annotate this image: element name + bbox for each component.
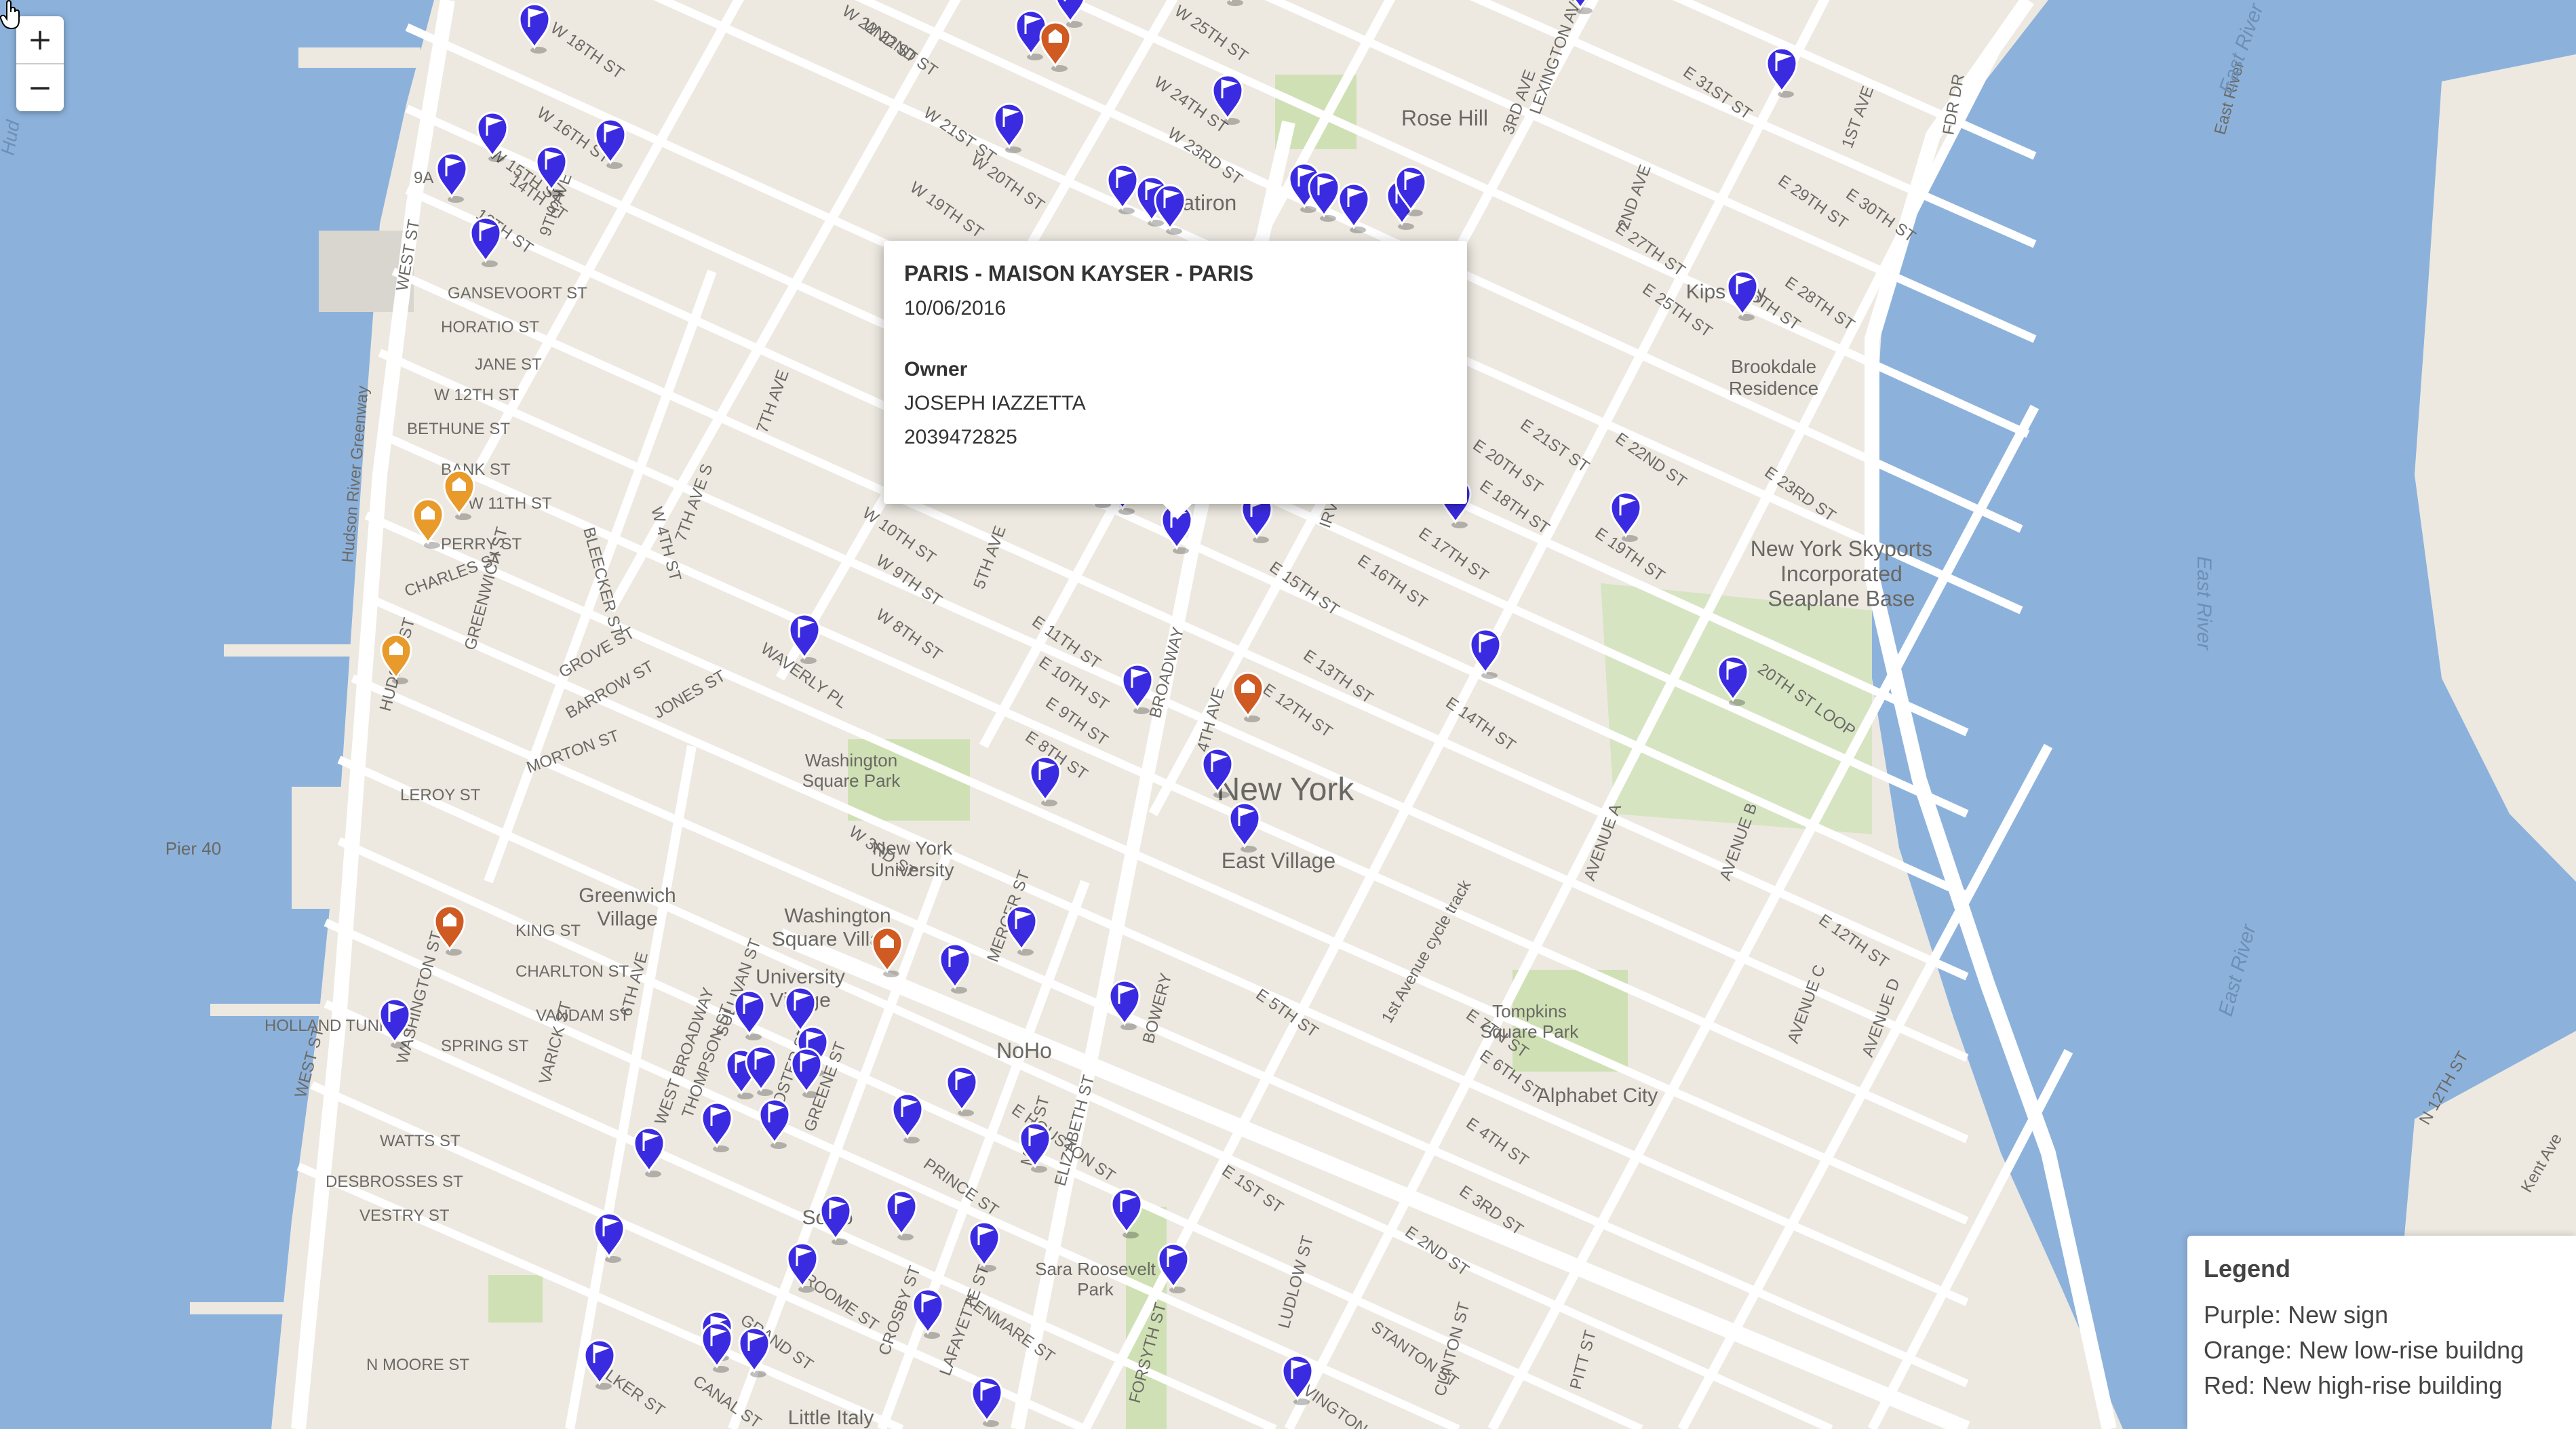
new-sign-marker[interactable] <box>968 1221 1000 1272</box>
street-label: 9A <box>414 169 433 187</box>
zoom-in-button[interactable]: + <box>16 16 64 64</box>
new-sign-marker[interactable] <box>758 1098 791 1149</box>
popup-owner-label: Owner <box>904 358 968 380</box>
street-label: CHARLTON ST <box>515 962 629 981</box>
street-label: E 4TH ST <box>1463 1114 1532 1171</box>
low-rise-marker[interactable] <box>443 469 475 520</box>
place-label: NoHo <box>996 1038 1052 1063</box>
popup-owner-name: JOSEPH IAZZETTA <box>904 392 1086 414</box>
popup-title: PARIS - MAISON KAYSER - PARIS <box>904 261 1254 286</box>
hand-cursor-icon <box>0 0 20 30</box>
popup-owner-phone: 2039472825 <box>904 426 1017 448</box>
place-label: New York <box>1217 772 1355 808</box>
street-label: 1ST AVE <box>1838 83 1877 151</box>
street-label: JONES ST <box>651 667 729 722</box>
zoom-control: + − <box>16 16 64 111</box>
street-label: KING ST <box>515 922 581 940</box>
new-sign-marker[interactable] <box>885 1190 918 1240</box>
new-sign-marker[interactable] <box>1228 802 1261 853</box>
new-sign-marker[interactable] <box>971 1376 1003 1427</box>
marker-popup: PARIS - MAISON KAYSER - PARIS 10/06/2016… <box>884 241 1467 504</box>
street-label: PITT ST <box>1567 1328 1600 1391</box>
street-label: JANE ST <box>475 355 542 374</box>
street-label: W 11TH ST <box>468 494 552 513</box>
street-label: E 2ND ST <box>1402 1223 1472 1280</box>
new-sign-marker[interactable] <box>945 1065 978 1116</box>
legend-item-purple: Purple: New sign <box>2204 1301 2389 1329</box>
place-label: Brookdale Residence <box>1729 356 1818 399</box>
new-sign-marker[interactable] <box>891 1093 924 1143</box>
street-label: E 17TH ST <box>1416 524 1492 585</box>
street-label: VANDAM ST <box>536 1006 630 1025</box>
street-label: BETHUNE ST <box>407 420 510 438</box>
legend: Legend Purple: New sign Orange: New low-… <box>2187 1236 2576 1429</box>
street-label: E 29TH ST <box>1775 172 1852 233</box>
new-sign-marker[interactable] <box>1005 905 1038 956</box>
high-rise-marker[interactable] <box>1232 671 1264 722</box>
pier-40 <box>292 787 380 909</box>
street-label: PERRY ST <box>441 535 522 553</box>
place-label: New York University <box>871 838 954 880</box>
new-sign-marker[interactable] <box>469 216 502 267</box>
place-label: Pier 40 <box>165 838 221 859</box>
street-label: 7TH AVE <box>753 368 793 435</box>
place-label: Tompkins Square Park <box>1481 1001 1580 1042</box>
new-sign-marker[interactable] <box>633 1127 665 1177</box>
street-label: VESTRY ST <box>359 1207 450 1225</box>
legend-item-orange: Orange: New low-rise buildng <box>2204 1336 2524 1364</box>
street-label: LEXINGTON AVE <box>1526 0 1587 117</box>
high-rise-marker[interactable] <box>1039 21 1072 72</box>
new-sign-marker[interactable] <box>1765 47 1798 98</box>
street-label: E 21ST ST <box>1517 416 1593 476</box>
legend-item-red: Red: New high-rise building <box>2204 1371 2503 1399</box>
street-label: 2ND AVE <box>1614 162 1654 232</box>
new-sign-marker[interactable] <box>993 102 1026 153</box>
pier-park <box>488 1275 543 1323</box>
street-label: W 18TH ST <box>547 19 627 83</box>
new-sign-marker[interactable] <box>745 1045 777 1096</box>
street-label: GANSEVOORT ST <box>448 284 587 302</box>
street-label: LEROY ST <box>400 786 481 804</box>
street-label: W 19TH ST <box>907 178 987 242</box>
place-label: Alphabet City <box>1537 1084 1658 1107</box>
new-sign-marker[interactable] <box>518 3 551 54</box>
street-label: SPRING ST <box>441 1037 529 1055</box>
street-label: N MOORE ST <box>366 1356 469 1374</box>
new-sign-marker[interactable] <box>1216 0 1246 6</box>
water-label: East River <box>2193 556 2215 650</box>
new-sign-marker[interactable] <box>435 152 468 203</box>
place-label: Little Italy <box>788 1407 874 1429</box>
street-label: W 23RD ST <box>1165 124 1247 189</box>
street-label: W 25TH ST <box>1171 2 1251 66</box>
place-label: East Village <box>1222 848 1335 873</box>
popup-date: 10/06/2016 <box>904 297 1007 319</box>
street-label: HORATIO ST <box>441 318 539 336</box>
popup-tip <box>1161 502 1194 520</box>
street-label: AVENUE C <box>1784 962 1829 1046</box>
street-label: W 20TH ST <box>968 151 1048 215</box>
street-label: DESBROSSES ST <box>326 1173 463 1191</box>
street-label: AVENUE D <box>1858 976 1904 1059</box>
legend-title: Legend <box>2204 1255 2291 1283</box>
map-canvas[interactable]: W 18TH ST W 16TH ST W 15TH ST 14TH ST 13TH S… <box>0 0 2576 1429</box>
zoom-out-button[interactable]: − <box>16 64 64 111</box>
basemap: W 18TH STW 16TH STW 15TH ST14TH ST13TH S… <box>0 0 2576 1429</box>
street-label: WATTS ST <box>380 1132 461 1150</box>
new-sign-marker[interactable] <box>939 943 971 994</box>
new-sign-marker[interactable] <box>701 1101 733 1152</box>
place-label: Rose Hill <box>1401 106 1488 130</box>
street-label: E 16TH ST <box>1354 551 1431 612</box>
street-label: W 12TH ST <box>434 386 520 404</box>
new-sign-marker[interactable] <box>701 1322 733 1373</box>
place-label: Washington Square Park <box>802 750 901 791</box>
new-sign-marker[interactable] <box>1029 756 1061 806</box>
